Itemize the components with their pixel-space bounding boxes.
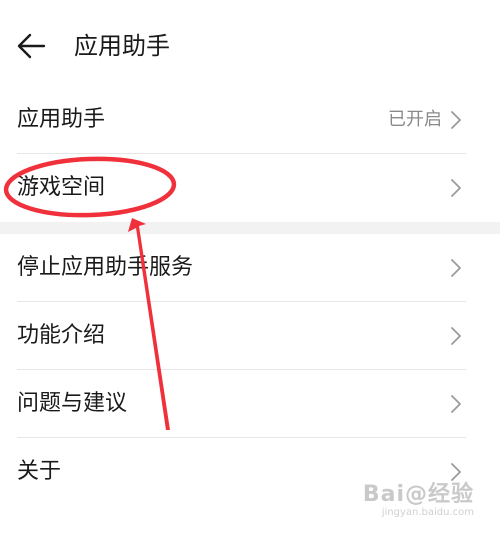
chevron-right-icon [451, 179, 461, 197]
row-label: 关于 [17, 459, 62, 484]
settings-group-secondary: 停止应用助手服务 功能介绍 问题与建议 关于 [0, 234, 500, 506]
back-button[interactable] [14, 28, 50, 64]
row-label: 功能介绍 [17, 323, 106, 348]
settings-group-primary: 应用助手 已开启 游戏空间 [0, 86, 500, 222]
chevron-right-icon [451, 463, 461, 481]
row-game-space[interactable]: 游戏空间 [0, 154, 500, 222]
row-feature-intro[interactable]: 功能介绍 [0, 302, 500, 370]
status-value: 已开启 [388, 109, 442, 130]
row-label: 停止应用助手服务 [17, 255, 194, 280]
row-label: 问题与建议 [17, 391, 128, 416]
page-title: 应用助手 [74, 32, 170, 60]
chevron-right-icon [451, 111, 461, 129]
chevron-right-icon [451, 327, 461, 345]
section-divider [0, 222, 500, 234]
row-about[interactable]: 关于 [0, 438, 500, 506]
watermark-url: jingyan.baidu.com [381, 507, 474, 518]
row-label: 游戏空间 [17, 175, 106, 200]
arrow-left-icon [17, 33, 46, 59]
chevron-right-icon [451, 259, 461, 277]
row-app-assistant[interactable]: 应用助手 已开启 [0, 86, 500, 154]
chevron-right-icon [451, 395, 461, 413]
app-header: 应用助手 [0, 0, 500, 92]
row-stop-service[interactable]: 停止应用助手服务 [0, 234, 500, 302]
row-feedback[interactable]: 问题与建议 [0, 370, 500, 438]
row-label: 应用助手 [17, 107, 106, 132]
